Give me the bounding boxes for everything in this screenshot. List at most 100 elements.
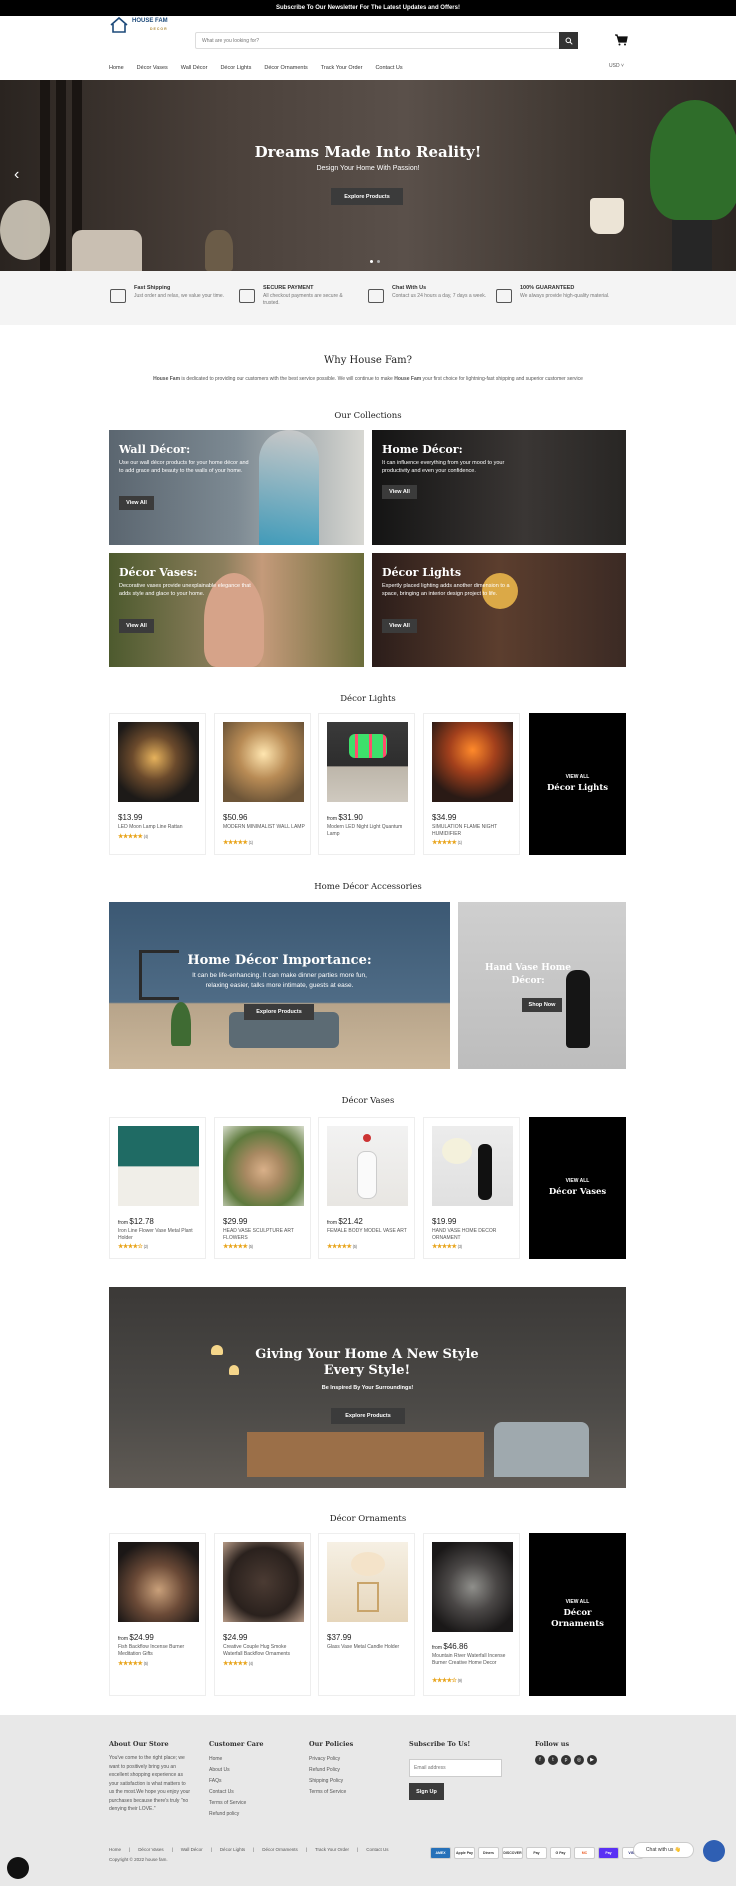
collection-decor-vases[interactable]: Décor Vases: Decorative vases provide un… [109,553,364,667]
product-card[interactable]: from $12.78 Iron Line Flower Vase Metal … [109,1117,206,1259]
search-button[interactable] [559,32,578,49]
footer-link-privacy[interactable]: Privacy Policy [309,1754,353,1765]
footer-nav-home[interactable]: Home [109,1847,121,1852]
search-input[interactable] [196,33,556,48]
footer-link-refund[interactable]: Refund policy [209,1809,264,1820]
nav-home[interactable]: Home [109,65,124,71]
currency-selector[interactable]: USD ˅ [609,63,624,69]
view-all-button[interactable]: View All [382,485,417,499]
slide-dot[interactable] [377,260,380,263]
shop-bag-icon[interactable] [7,1857,29,1879]
view-all-button[interactable]: View All [119,496,154,510]
pinterest-icon[interactable]: p [561,1755,571,1765]
footer-link-terms-service[interactable]: Terms of Service [309,1787,353,1798]
product-card[interactable]: $29.99 HEAD VASE SCULPTURE ART FLOWERS ★… [214,1117,311,1259]
product-image[interactable] [223,1542,304,1622]
cart-icon[interactable] [614,34,628,46]
product-name[interactable]: Mountain River Waterfall Incense Burner … [432,1653,514,1666]
shop-pay-icon: Pay [598,1847,619,1859]
hand-vase-banner[interactable]: Hand Vase Home Décor: Shop Now [458,902,626,1069]
chat-widget-label[interactable]: Chat with us 👋 [633,1842,694,1858]
product-image[interactable] [432,722,513,802]
slide-dot[interactable] [370,260,373,263]
explore-products-button[interactable]: Explore Products [244,1004,314,1020]
view-all-vases[interactable]: VIEW ALL Décor Vases [529,1117,626,1259]
product-image[interactable] [118,1126,199,1206]
review-count: (5) [352,1244,358,1249]
product-name[interactable]: HEAD VASE SCULPTURE ART FLOWERS [223,1228,305,1241]
product-card[interactable]: $24.99 Creative Couple Hug Smoke Waterfa… [214,1533,311,1696]
product-image[interactable] [432,1126,513,1206]
chat-bubble-icon[interactable] [703,1840,725,1862]
hero-slideshow: ‹ Dreams Made Into Reality! Design Your … [0,80,736,271]
instagram-icon[interactable]: ◎ [574,1755,584,1765]
logo[interactable]: HOUSE FAM DECOR [109,13,185,37]
shop-now-button[interactable]: Shop Now [522,998,562,1012]
nav-track-order[interactable]: Track Your Order [321,65,363,71]
product-card[interactable]: $13.99 LED Moon Lamp Line Rattan ★★★★★ (… [109,713,206,855]
product-image[interactable] [223,1126,304,1206]
nav-decor-ornaments[interactable]: Décor Ornaments [264,65,307,71]
hero-explore-button[interactable]: Explore Products [331,188,403,205]
product-image[interactable] [327,1542,408,1622]
product-name[interactable]: FEMALE BODY MODEL VASE ART [327,1228,409,1235]
nav-contact-us[interactable]: Contact Us [375,65,402,71]
footer-nav-wall[interactable]: Wall Décor [181,1847,203,1852]
explore-products-button[interactable]: Explore Products [331,1408,405,1424]
footer-link-refund-policy[interactable]: Refund Policy [309,1765,353,1776]
product-card[interactable]: from $31.90 Modern LED Night Light Quant… [318,713,415,855]
collection-home-decor[interactable]: Home Décor: It can influence everything … [372,430,626,545]
product-card[interactable]: from $21.42 FEMALE BODY MODEL VASE ART ★… [318,1117,415,1259]
collection-decor-lights[interactable]: Décor Lights Expertly placed lighting ad… [372,553,626,667]
nav-wall-decor[interactable]: Wall Décor [181,65,208,71]
product-card[interactable]: $50.96 MODERN MINIMALIST WALL LAMP ★★★★★… [214,713,311,855]
product-card[interactable]: from $46.86 Mountain River Waterfall Inc… [423,1533,520,1696]
email-field[interactable] [409,1759,502,1777]
product-card[interactable]: $19.99 HAND VASE HOME DECOR ORNAMENT ★★★… [423,1117,520,1259]
twitter-icon[interactable]: t [548,1755,558,1765]
product-image[interactable] [432,1542,513,1632]
footer-nav-lights[interactable]: Décor Lights [220,1847,245,1852]
product-name[interactable]: Glass Vase Metal Candle Holder [327,1644,409,1651]
product-name[interactable]: MODERN MINIMALIST WALL LAMP [223,824,305,831]
product-card[interactable]: from $24.99 Fish Backflow Incense Burner… [109,1533,206,1696]
product-name[interactable]: SIMULATION FLAME NIGHT HUMIDIFIER [432,824,514,837]
product-card[interactable]: $34.99 SIMULATION FLAME NIGHT HUMIDIFIER… [423,713,520,855]
signup-button[interactable]: Sign Up [409,1783,444,1800]
footer-link-contact[interactable]: Contact Us [209,1787,264,1798]
view-all-button[interactable]: View All [119,619,154,633]
product-image[interactable] [118,1542,199,1622]
footer-nav-vases[interactable]: Décor Vases [138,1847,163,1852]
product-image[interactable] [327,1126,408,1206]
footer-nav-contact[interactable]: Contact Us [366,1847,388,1852]
view-all-button[interactable]: View All [382,619,417,633]
main-nav: Home Décor Vases Wall Décor Décor Lights… [109,65,403,71]
footer-nav-ornaments[interactable]: Décor Ornaments [262,1847,298,1852]
product-name[interactable]: LED Moon Lamp Line Rattan [118,824,200,831]
product-card[interactable]: $37.99 Glass Vase Metal Candle Holder [318,1533,415,1696]
footer-nav-track[interactable]: Track Your Order [315,1847,349,1852]
product-name[interactable]: Fish Backflow Incense Burner Meditation … [118,1644,200,1657]
view-all-lights[interactable]: VIEW ALL Décor Lights [529,713,626,855]
new-style-banner[interactable]: Giving Your Home A New Style Every Style… [109,1287,626,1488]
footer-link-shipping[interactable]: Shipping Policy [309,1776,353,1787]
nav-decor-vases[interactable]: Décor Vases [137,65,168,71]
product-name[interactable]: Modern LED Night Light Quantum Lamp [327,824,409,837]
footer-link-faqs[interactable]: FAQs [209,1776,264,1787]
dreamcatcher [259,430,319,545]
product-image[interactable] [118,722,199,802]
youtube-icon[interactable]: ▶ [587,1755,597,1765]
footer-link-terms[interactable]: Terms of Service [209,1798,264,1809]
product-name[interactable]: Iron Line Flower Vase Metal Plant Holder [118,1228,200,1241]
home-decor-importance-banner[interactable]: Home Décor Importance: It can be life-en… [109,902,450,1069]
product-image[interactable] [223,722,304,802]
facebook-icon[interactable]: f [535,1755,545,1765]
product-name[interactable]: Creative Couple Hug Smoke Waterfall Back… [223,1644,305,1657]
nav-decor-lights[interactable]: Décor Lights [220,65,251,71]
view-all-ornaments[interactable]: VIEW ALL Décor Ornaments [529,1533,626,1696]
footer-link-about[interactable]: About Us [209,1765,264,1776]
product-image[interactable] [327,722,408,802]
collection-wall-decor[interactable]: Wall Décor: Use our wall décor products … [109,430,364,545]
product-name[interactable]: HAND VASE HOME DECOR ORNAMENT [432,1228,514,1241]
footer-link-home[interactable]: Home [209,1754,264,1765]
